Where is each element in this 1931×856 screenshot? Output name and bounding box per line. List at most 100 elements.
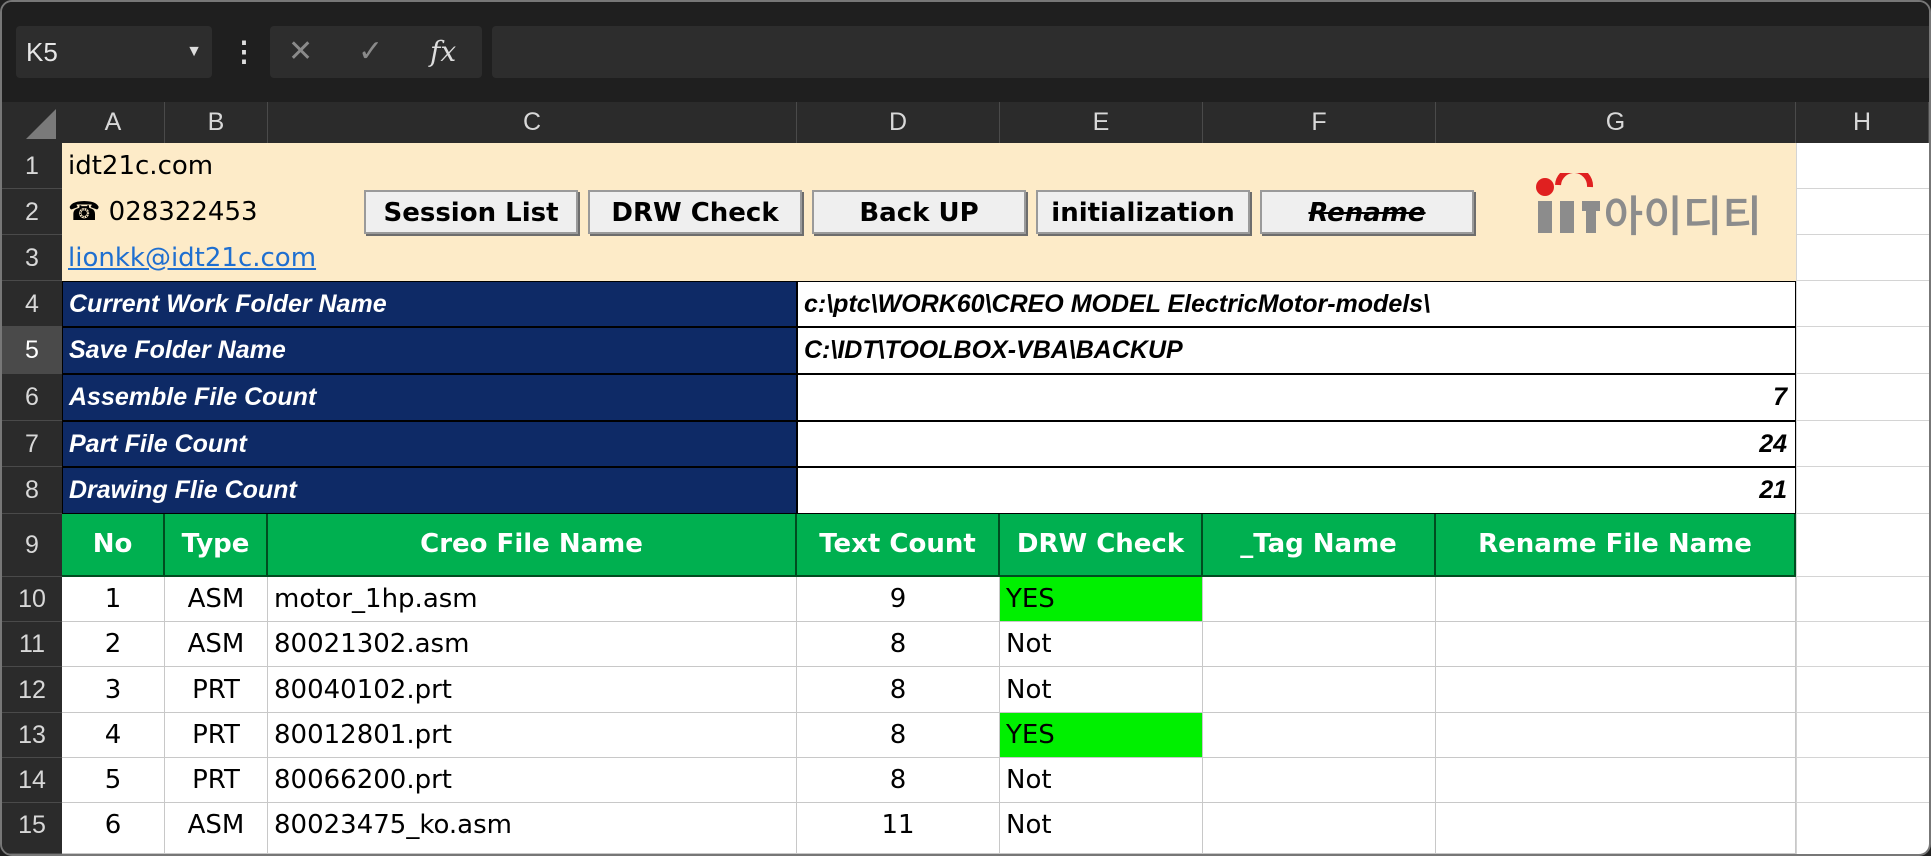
drw-count-value[interactable]: 21 <box>797 467 1796 514</box>
table-cell-rename[interactable] <box>1436 713 1796 758</box>
row-header-9[interactable]: 9 <box>2 514 62 577</box>
table-cell-tag-name[interactable] <box>1203 622 1436 667</box>
formula-input[interactable] <box>492 26 1929 78</box>
table-cell-tag-name[interactable] <box>1203 577 1436 622</box>
table-cell-drw-check[interactable]: YES <box>1000 577 1203 622</box>
row-header-7[interactable]: 7 <box>2 421 62 467</box>
insert-function-icon[interactable]: fx <box>430 26 456 78</box>
table-header-no[interactable]: No <box>62 514 165 577</box>
column-header-b[interactable]: B <box>165 102 268 143</box>
table-cell-rename[interactable] <box>1436 667 1796 713</box>
table-cell-drw-check[interactable]: Not <box>1000 803 1203 854</box>
more-options-icon[interactable]: ⋮ <box>230 26 258 78</box>
table-cell-rename[interactable] <box>1436 803 1796 854</box>
row-header-12[interactable]: 12 <box>2 667 62 713</box>
row-header-6[interactable]: 6 <box>2 374 62 421</box>
table-cell-type[interactable]: PRT <box>165 758 268 803</box>
row-header-14[interactable]: 14 <box>2 758 62 803</box>
table-cell-tag-name[interactable] <box>1203 803 1436 854</box>
column-header-g[interactable]: G <box>1436 102 1796 143</box>
row-header-10[interactable]: 10 <box>2 577 62 622</box>
row-header-5[interactable]: 5 <box>2 327 62 374</box>
button-bar: Session List DRW Check Back UP initializ… <box>364 190 1564 236</box>
column-header-e[interactable]: E <box>1000 102 1203 143</box>
row-header-3[interactable]: 3 <box>2 235 62 281</box>
table-cell-text-count[interactable]: 8 <box>797 713 1000 758</box>
table-cell-no[interactable]: 4 <box>62 713 165 758</box>
back-up-button[interactable]: Back UP <box>812 190 1026 234</box>
initialization-button[interactable]: initialization <box>1036 190 1250 234</box>
column-header-c[interactable]: C <box>268 102 797 143</box>
table-cell-type[interactable]: ASM <box>165 803 268 854</box>
table-cell-drw-check[interactable]: Not <box>1000 667 1203 713</box>
row-header-4[interactable]: 4 <box>2 281 62 327</box>
column-header-d[interactable]: D <box>797 102 1000 143</box>
table-cell-text-count[interactable]: 9 <box>797 577 1000 622</box>
dropdown-caret-icon[interactable]: ▼ <box>186 26 202 78</box>
table-cell-rename[interactable] <box>1436 758 1796 803</box>
table-cell-type[interactable]: ASM <box>165 577 268 622</box>
table-cell-tag-name[interactable] <box>1203 667 1436 713</box>
row-header-11[interactable]: 11 <box>2 622 62 667</box>
table-cell-file-name[interactable]: 80012801.prt <box>268 713 797 758</box>
row-header-1[interactable]: 1 <box>2 143 62 189</box>
rename-button[interactable]: Rename <box>1260 190 1474 234</box>
column-header-h[interactable]: H <box>1796 102 1929 143</box>
formula-bar: K5 ▼ ⋮ ✕ ✓ fx <box>2 2 1929 102</box>
table-cell-tag-name[interactable] <box>1203 713 1436 758</box>
header-banner: idt21c.com ☎ 028322453 lionkk@idt21c.com… <box>62 143 1796 281</box>
table-cell-drw-check[interactable]: Not <box>1000 758 1203 803</box>
gridline <box>1796 373 1929 374</box>
table-cell-type[interactable]: PRT <box>165 667 268 713</box>
select-all-corner[interactable] <box>2 102 62 143</box>
table-cell-text-count[interactable]: 8 <box>797 622 1000 667</box>
column-header-f[interactable]: F <box>1203 102 1436 143</box>
table-cell-file-name[interactable]: 80021302.asm <box>268 622 797 667</box>
table-cell-tag-name[interactable] <box>1203 758 1436 803</box>
gridline <box>1796 420 1929 421</box>
work-folder-value[interactable]: c:\ptc\WORK60\CREO MODEL ElectricMotor-m… <box>797 281 1796 327</box>
table-cell-file-name[interactable]: 80023475_ko.asm <box>268 803 797 854</box>
row-header-2[interactable]: 2 <box>2 189 62 235</box>
table-header-text-count[interactable]: Text Count <box>797 514 1000 577</box>
worksheet-grid[interactable]: idt21c.com ☎ 028322453 lionkk@idt21c.com… <box>62 143 1929 854</box>
row-header-15[interactable]: 15 <box>2 803 62 854</box>
table-cell-text-count[interactable]: 11 <box>797 803 1000 854</box>
table-cell-drw-check[interactable]: Not <box>1000 622 1203 667</box>
table-cell-file-name[interactable]: motor_1hp.asm <box>268 577 797 622</box>
name-box[interactable]: K5 ▼ <box>16 26 212 78</box>
table-header-tag-name[interactable]: _Tag Name <box>1203 514 1436 577</box>
table-header-file-name[interactable]: Creo File Name <box>268 514 797 577</box>
table-header-rename-file-name[interactable]: Rename File Name <box>1436 514 1796 577</box>
part-count-value[interactable]: 24 <box>797 421 1796 467</box>
enter-icon[interactable]: ✓ <box>358 26 383 78</box>
logo-text: 아이디티 <box>1604 192 1763 241</box>
table-cell-type[interactable]: PRT <box>165 713 268 758</box>
gridline <box>1796 326 1929 327</box>
table-header-drw-check[interactable]: DRW Check <box>1000 514 1203 577</box>
table-header-type[interactable]: Type <box>165 514 268 577</box>
table-cell-file-name[interactable]: 80066200.prt <box>268 758 797 803</box>
table-cell-no[interactable]: 6 <box>62 803 165 854</box>
table-cell-type[interactable]: ASM <box>165 622 268 667</box>
table-cell-no[interactable]: 3 <box>62 667 165 713</box>
table-cell-no[interactable]: 1 <box>62 577 165 622</box>
session-list-button[interactable]: Session List <box>364 190 578 234</box>
save-folder-value[interactable]: C:\IDT\TOOLBOX-VBA\BACKUP <box>797 327 1796 374</box>
table-cell-no[interactable]: 5 <box>62 758 165 803</box>
table-cell-drw-check[interactable]: YES <box>1000 713 1203 758</box>
table-cell-text-count[interactable]: 8 <box>797 758 1000 803</box>
table-cell-rename[interactable] <box>1436 577 1796 622</box>
table-cell-no[interactable]: 2 <box>62 622 165 667</box>
drw-check-button[interactable]: DRW Check <box>588 190 802 234</box>
row-header-8[interactable]: 8 <box>2 467 62 514</box>
row-header-13[interactable]: 13 <box>2 713 62 758</box>
table-cell-rename[interactable] <box>1436 622 1796 667</box>
cancel-icon[interactable]: ✕ <box>288 26 313 78</box>
part-count-label: Part File Count <box>62 421 797 467</box>
column-header-a[interactable]: A <box>62 102 165 143</box>
email-link[interactable]: lionkk@idt21c.com <box>62 235 316 281</box>
table-cell-text-count[interactable]: 8 <box>797 667 1000 713</box>
table-cell-file-name[interactable]: 80040102.prt <box>268 667 797 713</box>
asm-count-value[interactable]: 7 <box>797 374 1796 421</box>
